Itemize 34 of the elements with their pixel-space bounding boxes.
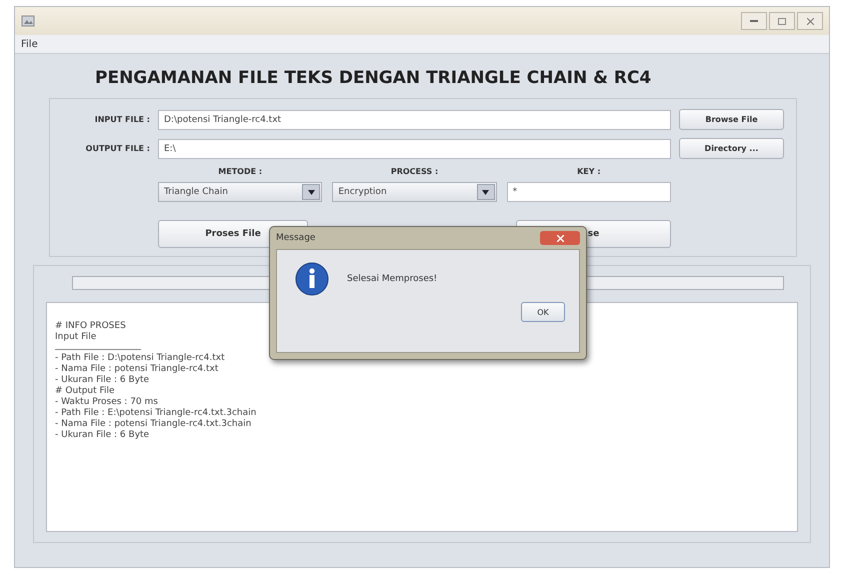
option-label: PROCESS : bbox=[390, 167, 440, 176]
log-line: - Nama File : potensi Triangle-rc4.txt.3chain bbox=[55, 419, 252, 430]
log-line: Input File bbox=[55, 332, 98, 343]
log-line: - Waktu Proses : 70 ms bbox=[55, 397, 159, 408]
log-line: - Path File : D:\potensi Triangle-rc4.txt bbox=[55, 353, 226, 364]
log-line: - Nama File : potensi Triangle-rc4.txt bbox=[55, 364, 220, 375]
menu-item[interactable]: File bbox=[21, 38, 38, 50]
log-line: - Ukuran File : 6 Byte bbox=[55, 430, 150, 441]
minimize-icon bbox=[750, 20, 758, 22]
field-label: INPUT FILE : bbox=[94, 115, 150, 124]
dropdown[interactable]: Encryption bbox=[332, 182, 497, 202]
dropdown[interactable]: Triangle Chain bbox=[158, 182, 322, 202]
path-field[interactable]: D:\potensi Triangle-rc4.txt bbox=[158, 110, 671, 130]
option-label: METODE : bbox=[217, 167, 264, 176]
key-field[interactable]: * bbox=[506, 182, 671, 202]
path-field[interactable]: E:\ bbox=[158, 138, 671, 158]
log-line: # Output File bbox=[55, 386, 116, 397]
directory-button[interactable]: Directory ... bbox=[679, 138, 784, 159]
log-line: - Path File : E:\potensi Triangle-rc4.txt.3chain bbox=[55, 408, 258, 419]
maximize-button[interactable] bbox=[769, 12, 795, 30]
field-label: OUTPUT FILE : bbox=[84, 144, 150, 153]
browse-button[interactable]: Browse File bbox=[679, 109, 784, 130]
maximize-icon bbox=[778, 18, 786, 24]
minimize-button[interactable] bbox=[741, 12, 767, 30]
log-line: - Ukuran File : 6 Byte bbox=[55, 375, 150, 386]
option-label: KEY : bbox=[576, 167, 602, 176]
ok-button[interactable]: OK bbox=[521, 302, 565, 322]
app-icon bbox=[21, 15, 35, 27]
log-line: # INFO PROSES bbox=[55, 321, 127, 332]
close-button[interactable] bbox=[797, 12, 823, 30]
close-button[interactable] bbox=[540, 231, 580, 245]
app-heading: PENGAMANAN FILE TEKS DENGAN TRIANGLE CHAIN & RC4 bbox=[95, 68, 652, 88]
close-icon bbox=[806, 18, 814, 24]
close-icon bbox=[556, 234, 564, 242]
